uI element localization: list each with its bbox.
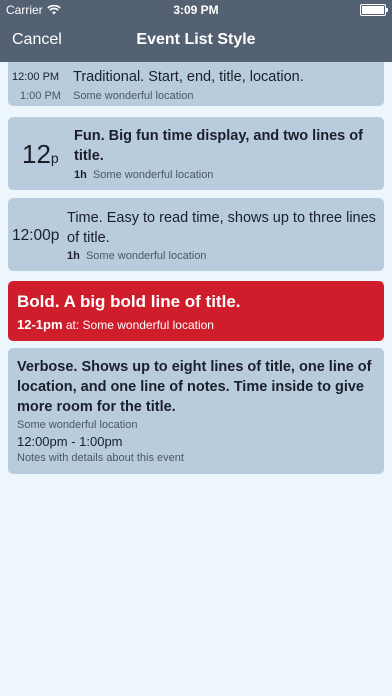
event-notes: Notes with details about this event <box>17 452 184 464</box>
event-time-range: 12-1pm <box>17 317 63 332</box>
event-location: Some wonderful location <box>92 169 214 181</box>
style-traditional-option[interactable]: 12:00 PM 1:00 PM Traditional. Start, end… <box>8 62 384 106</box>
style-time-option[interactable]: 12:00p Time. Easy to read time, shows up… <box>8 198 384 271</box>
status-bar: Carrier 3:09 PM <box>0 0 392 20</box>
event-duration: 1h <box>74 169 87 181</box>
status-time: 3:09 PM <box>173 3 219 17</box>
event-title: Verbose. Shows up to eight lines of titl… <box>17 359 372 415</box>
event-title: Time. Easy to read time, shows up to thr… <box>67 210 376 246</box>
event-title: Bold. A big bold line of title. <box>17 292 241 311</box>
style-bold-option[interactable]: Bold. A big bold line of title. 12-1pm a… <box>8 281 384 341</box>
event-time-range: 12:00pm - 1:00pm <box>17 434 123 449</box>
event-time: 12:00p <box>12 227 60 244</box>
event-location: Some wonderful location <box>17 419 138 431</box>
event-location: Some wonderful location <box>73 90 194 102</box>
event-title: Traditional. Start, end, title, location… <box>73 69 304 85</box>
start-time: 12:00 PM <box>12 71 60 83</box>
big-time: 12p <box>22 139 59 170</box>
page-title: Event List Style <box>136 31 256 48</box>
style-verbose-option[interactable]: Verbose. Shows up to eight lines of titl… <box>8 348 384 474</box>
event-title: Fun. Big fun time display, and two lines… <box>74 128 363 164</box>
event-location: at: Some wonderful location <box>65 318 214 332</box>
big-time-ampm: p <box>50 150 59 166</box>
event-duration: 1h <box>67 250 80 262</box>
event-location: Some wonderful location <box>85 250 207 262</box>
style-fun-option[interactable]: 12p Fun. Big fun time display, and two l… <box>8 117 384 190</box>
navigation-bar: Cancel Event List Style <box>0 20 392 62</box>
battery-icon <box>360 4 388 16</box>
big-time-hour: 12 <box>22 139 51 169</box>
end-time: 1:00 PM <box>20 90 61 102</box>
